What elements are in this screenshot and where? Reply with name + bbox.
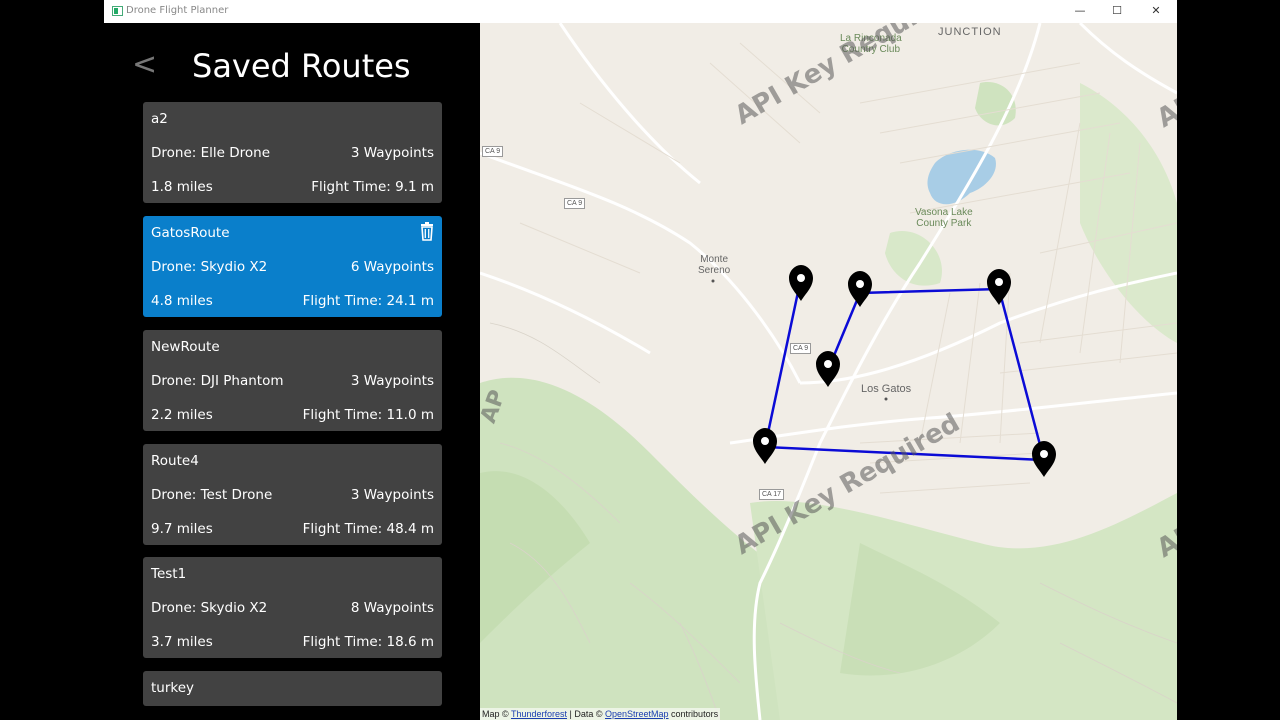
map-attribution: Map © Thunderforest | Data © OpenStreetM… bbox=[480, 708, 721, 720]
highway-shield: CA 9 bbox=[790, 343, 812, 354]
route-waypoints: 3 Waypoints bbox=[350, 145, 434, 161]
route-waypoints: 6 Waypoints bbox=[350, 259, 434, 275]
route-name: GatosRoute bbox=[151, 225, 230, 241]
route-waypoints: 3 Waypoints bbox=[350, 487, 434, 503]
back-button[interactable]: < bbox=[132, 47, 157, 83]
openstreetmap-link[interactable]: OpenStreetMap bbox=[605, 709, 669, 719]
attribution-prefix: Map © bbox=[482, 709, 511, 719]
highway-shield: CA 9 bbox=[482, 146, 504, 157]
route-distance: 9.7 miles bbox=[151, 521, 213, 537]
route-flight-time: Flight Time: 48.4 m bbox=[302, 521, 434, 537]
map-label-monte-sereno: Monte Sereno bbox=[698, 254, 731, 276]
highway-shield: CA 9 bbox=[564, 198, 586, 209]
route-card[interactable]: Route4 Drone: Test Drone 3 Waypoints 9.7… bbox=[143, 444, 442, 545]
route-drone: Drone: Skydio X2 bbox=[151, 259, 268, 275]
app-window: Drone Flight Planner — ☐ ✕ < Saved Route… bbox=[104, 0, 1177, 720]
route-card-selected[interactable]: GatosRoute Drone: Skydio X2 6 Waypoints … bbox=[143, 216, 442, 317]
route-flight-time: Flight Time: 18.6 m bbox=[302, 634, 434, 650]
map-label-vasona: Vasona Lake County Park bbox=[915, 207, 973, 229]
route-drone: Drone: Elle Drone bbox=[151, 145, 271, 161]
route-name: NewRoute bbox=[151, 339, 220, 355]
route-card[interactable]: NewRoute Drone: DJI Phantom 3 Waypoints … bbox=[143, 330, 442, 431]
saved-routes-sidebar: < Saved Routes a2 Drone: Elle Drone 3 Wa… bbox=[104, 23, 480, 720]
route-name: Route4 bbox=[151, 453, 199, 469]
window-title: Drone Flight Planner bbox=[126, 5, 229, 16]
route-drone: Drone: DJI Phantom bbox=[151, 373, 284, 389]
route-card[interactable]: Test1 Drone: Skydio X2 8 Waypoints 3.7 m… bbox=[143, 557, 442, 658]
route-waypoints: 3 Waypoints bbox=[350, 373, 434, 389]
route-distance: 1.8 miles bbox=[151, 179, 213, 195]
map-view[interactable]: JUNCTION La Rinconada Country Club Vason… bbox=[480, 23, 1177, 720]
route-flight-time: Flight Time: 11.0 m bbox=[302, 407, 434, 423]
app-icon bbox=[112, 6, 123, 16]
route-distance: 3.7 miles bbox=[151, 634, 213, 650]
route-flight-time: Flight Time: 9.1 m bbox=[311, 179, 434, 195]
close-button[interactable]: ✕ bbox=[1142, 2, 1170, 20]
route-distance: 4.8 miles bbox=[151, 293, 213, 309]
minimize-button[interactable]: — bbox=[1066, 2, 1094, 20]
route-card[interactable]: turkey bbox=[143, 671, 442, 706]
delete-route-icon[interactable] bbox=[417, 221, 437, 241]
route-waypoints: 8 Waypoints bbox=[350, 600, 434, 616]
title-bar: Drone Flight Planner — ☐ ✕ bbox=[104, 0, 1177, 23]
page-title: Saved Routes bbox=[192, 47, 411, 85]
route-drone: Drone: Test Drone bbox=[151, 487, 273, 503]
route-drone: Drone: Skydio X2 bbox=[151, 600, 268, 616]
route-card[interactable]: a2 Drone: Elle Drone 3 Waypoints 1.8 mil… bbox=[143, 102, 442, 203]
thunderforest-link[interactable]: Thunderforest bbox=[511, 709, 567, 719]
attribution-middle: | Data © bbox=[567, 709, 605, 719]
map-base bbox=[480, 23, 1177, 720]
route-distance: 2.2 miles bbox=[151, 407, 213, 423]
maximize-button[interactable]: ☐ bbox=[1103, 2, 1131, 20]
map-label-junction: JUNCTION bbox=[938, 26, 1002, 38]
attribution-suffix: contributors bbox=[668, 709, 719, 719]
route-name: Test1 bbox=[151, 566, 187, 582]
route-name: turkey bbox=[151, 680, 195, 696]
route-name: a2 bbox=[151, 111, 168, 127]
route-flight-time: Flight Time: 24.1 m bbox=[302, 293, 434, 309]
map-label-los-gatos: Los Gatos bbox=[861, 383, 912, 395]
highway-shield: CA 17 bbox=[759, 489, 785, 500]
